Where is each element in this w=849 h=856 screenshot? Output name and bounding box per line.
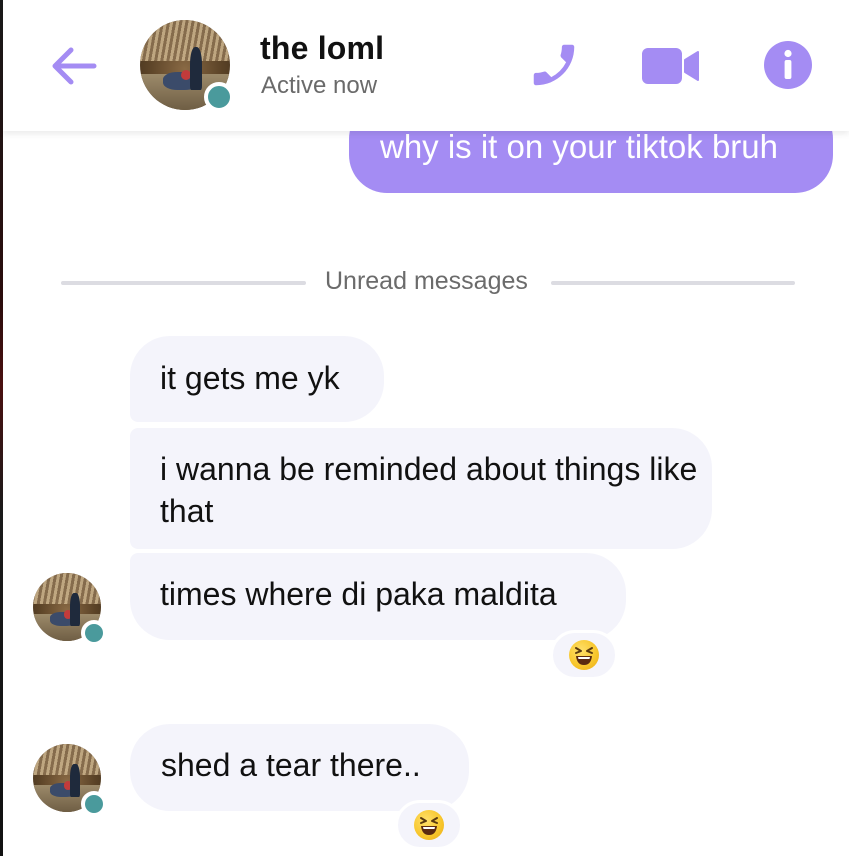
divider-line-right <box>551 281 795 285</box>
incoming-message-bubble[interactable]: times where di paka maldita <box>130 553 626 640</box>
contact-status: Active now <box>261 72 378 99</box>
message-text: why is it on your tiktok bruh <box>380 128 778 165</box>
conversation-info-button[interactable] <box>763 40 813 90</box>
phone-icon <box>533 44 575 86</box>
arrow-left-icon <box>52 47 97 85</box>
incoming-message-bubble[interactable]: it gets me yk <box>130 336 384 422</box>
voice-call-button[interactable] <box>527 38 581 92</box>
contact-name[interactable]: the loml <box>260 30 384 67</box>
online-status-indicator <box>81 791 107 817</box>
video-camera-icon <box>642 48 699 84</box>
unread-messages-divider: Unread messages <box>61 254 795 310</box>
back-button[interactable] <box>47 42 99 90</box>
message-text: times where di paka maldita <box>160 576 557 612</box>
message-reaction[interactable] <box>550 630 618 680</box>
sender-avatar[interactable] <box>33 744 107 817</box>
divider-line-left <box>61 281 306 285</box>
video-call-button[interactable] <box>640 44 702 88</box>
online-status-indicator <box>81 620 107 646</box>
message-text: shed a tear there.. <box>161 747 421 783</box>
incoming-message-bubble[interactable]: i wanna be reminded about things like th… <box>130 428 712 549</box>
message-text: i wanna be reminded about things like th… <box>160 451 698 529</box>
message-text: it gets me yk <box>160 360 340 396</box>
laughing-squinting-emoji-icon <box>414 810 444 840</box>
laughing-squinting-emoji-icon <box>569 640 599 670</box>
online-status-indicator <box>204 82 234 112</box>
sender-avatar[interactable] <box>33 573 107 646</box>
message-reaction[interactable] <box>395 800 463 850</box>
divider-label: Unread messages <box>325 267 528 295</box>
contact-avatar[interactable] <box>140 20 234 112</box>
info-icon <box>764 41 812 89</box>
chat-header: the loml Active now <box>3 0 849 131</box>
incoming-message-bubble[interactable]: shed a tear there.. <box>130 724 469 811</box>
